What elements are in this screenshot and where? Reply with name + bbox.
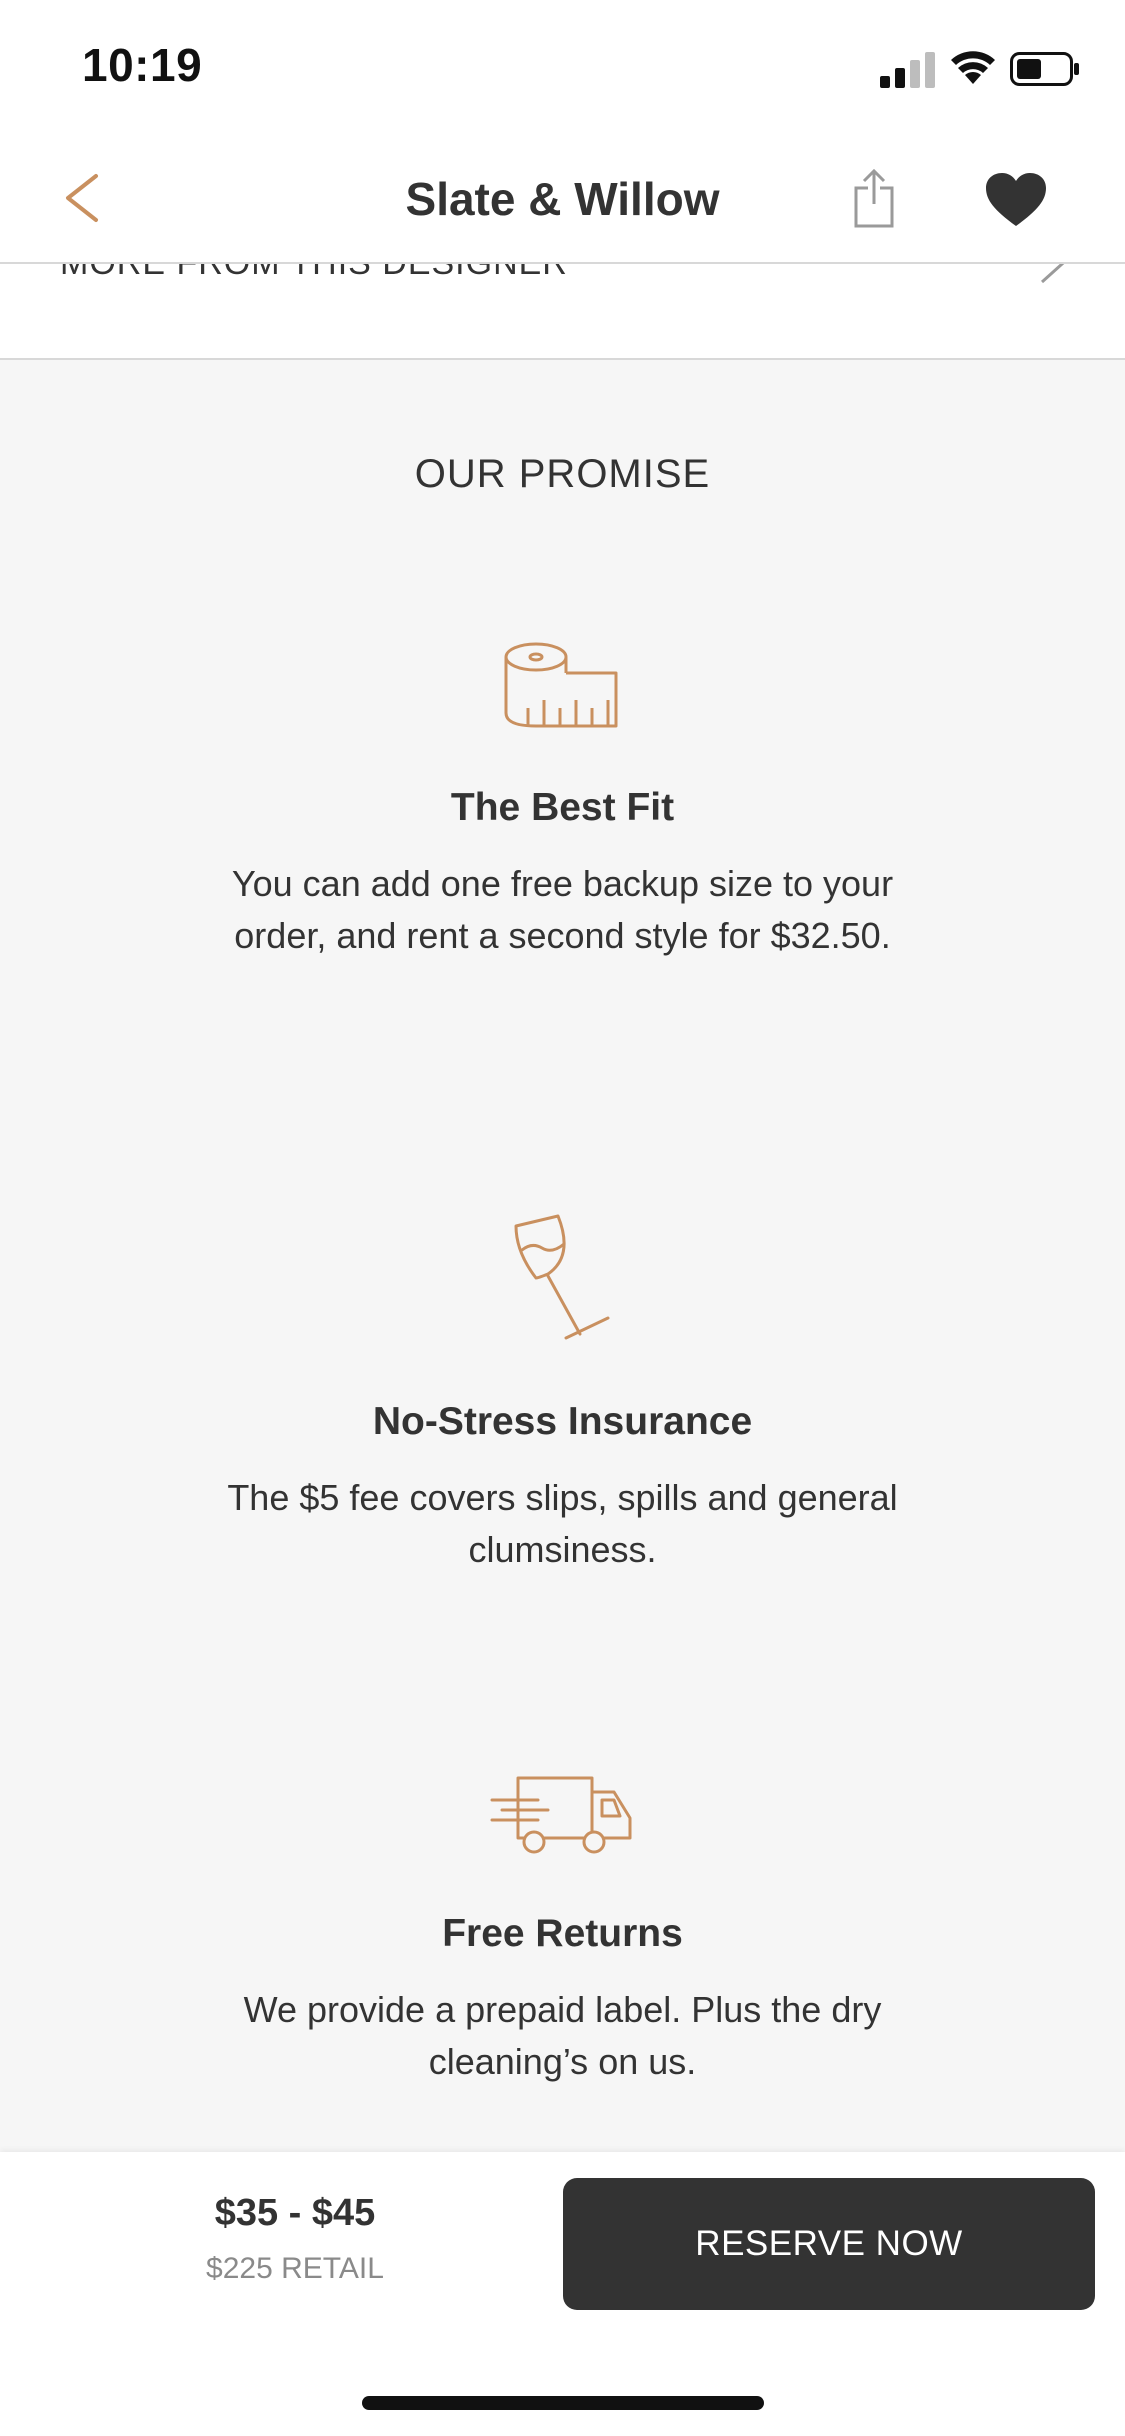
page-title: Slate & Willow xyxy=(405,173,720,225)
wifi-icon xyxy=(951,51,995,84)
status-bar: 10:19 xyxy=(0,0,1125,132)
wine-glass-icon xyxy=(514,1214,610,1340)
reserve-now-button[interactable]: RESERVE NOW xyxy=(563,2178,1095,2310)
tape-measure-icon xyxy=(504,642,618,728)
feature-title-no-stress-insurance: No-Stress Insurance xyxy=(372,1400,753,1443)
feature-text-free-returns: We provide a prepaid label. Plus the dry… xyxy=(243,1989,882,2082)
home-indicator[interactable] xyxy=(362,2396,764,2410)
section-heading: OUR PROMISE xyxy=(414,452,711,496)
feature-title-free-returns: Free Returns xyxy=(442,1912,683,1955)
favorite-button[interactable] xyxy=(984,172,1048,228)
share-icon xyxy=(854,168,894,228)
rental-price-range: $35 - $45 xyxy=(214,2192,376,2234)
delivery-truck-icon xyxy=(490,1776,632,1854)
battery-icon xyxy=(1010,52,1079,86)
nav-bar: Slate & Willow xyxy=(0,132,1125,264)
chevron-right-icon xyxy=(1040,264,1065,284)
feature-text-no-stress-insurance: The $5 fee covers slips, spills and gene… xyxy=(227,1477,898,1570)
bottom-bar: $35 - $45 $225 RETAIL RESERVE NOW xyxy=(0,2152,1125,2436)
status-time: 10:19 xyxy=(82,39,203,91)
our-promise-section: OUR PROMISE The Best Fit You can add one… xyxy=(0,360,1125,2152)
share-button[interactable] xyxy=(846,168,902,228)
retail-price: $225 RETAIL xyxy=(206,2252,384,2285)
more-from-designer-label: MORE FROM THIS DESIGNER xyxy=(60,264,568,283)
feature-title-best-fit: The Best Fit xyxy=(450,786,675,829)
more-from-designer-row[interactable]: MORE FROM THIS DESIGNER xyxy=(0,264,1125,360)
heart-icon xyxy=(986,173,1046,226)
cellular-signal-icon xyxy=(880,52,935,88)
feature-text-best-fit: You can add one free backup size to your… xyxy=(231,863,894,956)
